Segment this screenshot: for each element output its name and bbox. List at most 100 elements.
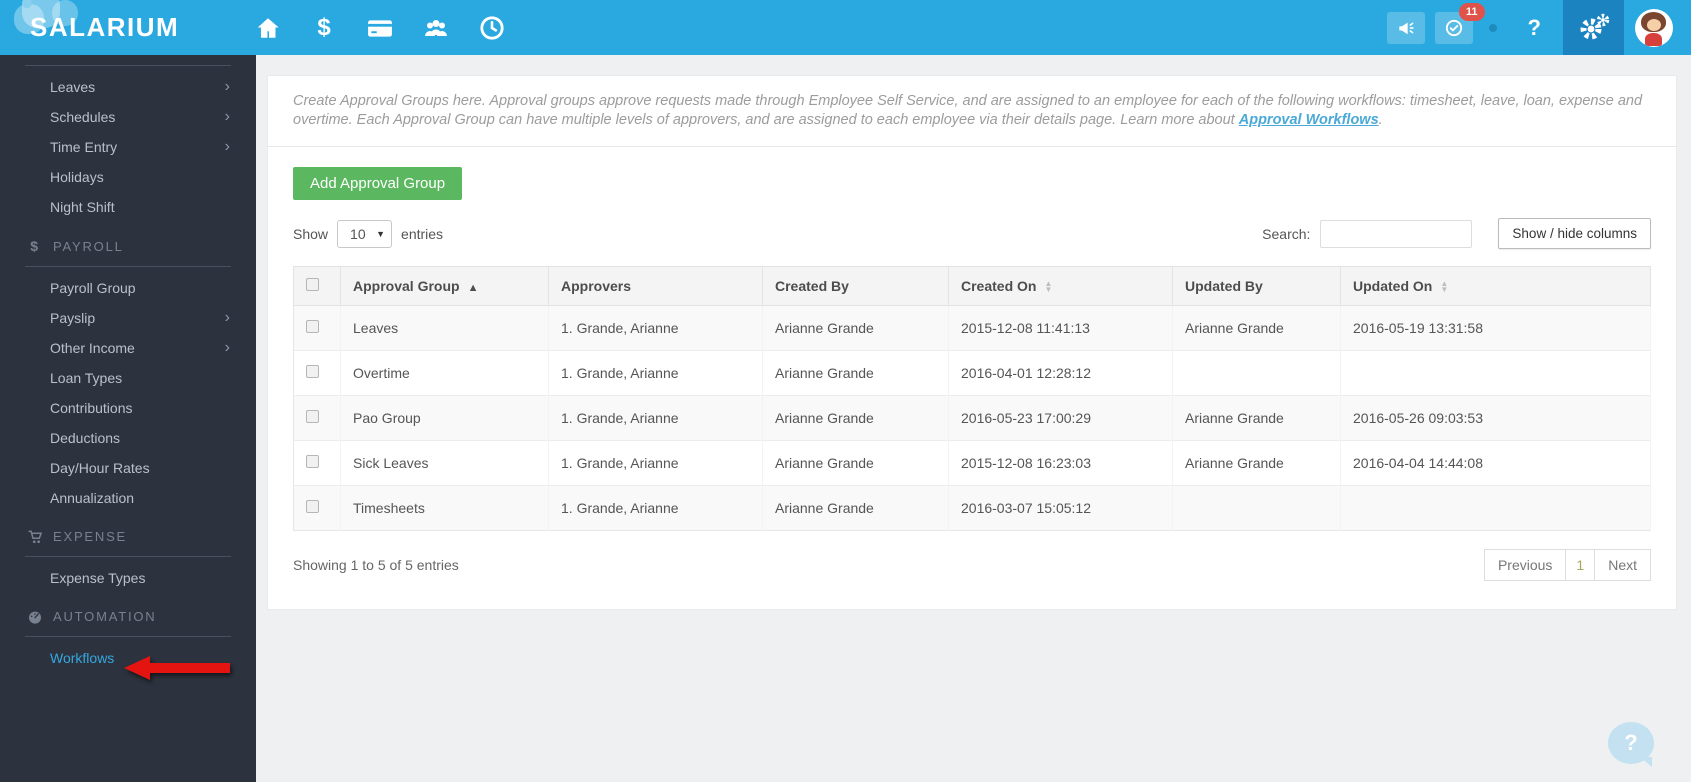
- sidebar-item-label: Workflows: [50, 650, 115, 666]
- help-icon[interactable]: ?: [1528, 15, 1541, 41]
- sidebar-section-label: PAYROLL: [53, 238, 124, 254]
- row-checkbox[interactable]: [306, 365, 319, 378]
- next-page-button[interactable]: Next: [1594, 549, 1651, 581]
- cell-approval-group: Overtime: [340, 350, 549, 396]
- row-checkbox-cell: [293, 485, 341, 531]
- sidebar-divider: [25, 65, 231, 66]
- cell-updated-by: [1172, 485, 1341, 531]
- chevron-right-icon: ›: [224, 138, 230, 155]
- table-controls: Show 10 ▼ entries Search: Show / hide co…: [293, 218, 1651, 249]
- add-approval-group-button[interactable]: Add Approval Group: [293, 167, 463, 200]
- time-clock-icon[interactable]: [479, 15, 505, 41]
- approval-workflows-link[interactable]: Approval Workflows: [1239, 112, 1379, 128]
- cell-created-by: Arianne Grande: [762, 305, 949, 351]
- showing-entries-text: Showing 1 to 5 of 5 entries: [293, 557, 459, 573]
- cell-created-on: 2016-03-07 15:05:12: [948, 485, 1173, 531]
- sidebar-item-label: Leaves: [50, 79, 96, 95]
- sidebar-section-payroll: $ PAYROLL: [0, 222, 256, 258]
- app-logo[interactable]: SALARIUM: [0, 0, 255, 43]
- page-1-button[interactable]: 1: [1565, 549, 1596, 581]
- sidebar-item-label: Expense Types: [50, 570, 146, 586]
- row-checkbox[interactable]: [306, 455, 319, 468]
- sidebar-item-label: Schedules: [50, 109, 116, 125]
- sidebar-section-expense: EXPENSE: [0, 513, 256, 548]
- cell-created-on: 2016-05-23 17:00:29: [948, 395, 1173, 441]
- cell-created-by: Arianne Grande: [762, 395, 949, 441]
- row-checkbox[interactable]: [306, 320, 319, 333]
- select-all-header[interactable]: [293, 266, 341, 306]
- chevron-right-icon: ›: [224, 309, 230, 326]
- sidebar-item-payroll-group[interactable]: Payroll Group: [0, 273, 256, 303]
- home-icon[interactable]: [255, 15, 281, 41]
- announcements-button[interactable]: [1386, 11, 1425, 44]
- main-content: Create Approval Groups here. Approval gr…: [256, 55, 1691, 782]
- status-dot: [1488, 23, 1497, 32]
- cell-updated-on: 2016-04-04 14:44:08: [1340, 440, 1651, 486]
- employees-icon[interactable]: [423, 15, 449, 41]
- header-created-on[interactable]: Created On ▲ ▼: [948, 266, 1173, 306]
- description-text: Create Approval Groups here. Approval gr…: [293, 93, 1643, 128]
- row-checkbox[interactable]: [306, 500, 319, 513]
- sidebar-item-label: Night Shift: [50, 199, 115, 215]
- header-label: Created By: [775, 278, 849, 294]
- page-size-value: 10: [350, 225, 366, 242]
- help-bubble-button[interactable]: ?: [1608, 722, 1654, 764]
- header-approval-group[interactable]: Approval Group ▲: [340, 266, 549, 306]
- table-footer: Showing 1 to 5 of 5 entries Previous 1 N…: [293, 549, 1651, 581]
- search-input[interactable]: [1320, 219, 1473, 248]
- sidebar-item-deductions[interactable]: Deductions: [0, 423, 256, 453]
- table-header-row: Approval Group ▲ Approvers Created By Cre…: [293, 266, 1651, 306]
- sidebar-item-holidays[interactable]: Holidays: [0, 162, 256, 192]
- cell-updated-by: Arianne Grande: [1172, 440, 1341, 486]
- payroll-dollar-icon[interactable]: $: [311, 14, 337, 41]
- sidebar-item-label: Payroll Group: [50, 280, 136, 296]
- select-arrow-icon: ▼: [376, 228, 386, 239]
- question-mark-icon: ?: [1624, 730, 1638, 755]
- header-created-by[interactable]: Created By: [762, 266, 949, 306]
- header-label: Created On: [961, 278, 1037, 294]
- table-row: Overtime 1. Grande, Arianne Arianne Gran…: [293, 350, 1651, 396]
- chevron-right-icon: ›: [224, 78, 230, 95]
- show-hide-columns-button[interactable]: Show / hide columns: [1498, 218, 1651, 249]
- cell-updated-by: Arianne Grande: [1172, 395, 1341, 441]
- sidebar-item-other-income[interactable]: Other Income ›: [0, 333, 256, 363]
- sidebar-item-loan-types[interactable]: Loan Types: [0, 363, 256, 393]
- time-approvals-button[interactable]: 11: [1434, 2, 1485, 44]
- row-checkbox-cell: [293, 350, 341, 396]
- cell-updated-by: [1172, 350, 1341, 396]
- sidebar-item-expense-types[interactable]: Expense Types: [0, 563, 256, 593]
- previous-page-button[interactable]: Previous: [1483, 549, 1567, 581]
- sidebar-item-schedules[interactable]: Schedules ›: [0, 102, 256, 132]
- sidebar-item-leaves[interactable]: Leaves ›: [0, 72, 256, 102]
- dollar-icon: $: [30, 238, 40, 254]
- sidebar-item-contributions[interactable]: Contributions: [0, 393, 256, 423]
- top-navigation-bar: SALARIUM $ 11 ?: [0, 0, 1691, 55]
- sidebar-section-label: AUTOMATION: [53, 609, 157, 624]
- page-size-select[interactable]: 10 ▼: [337, 219, 393, 248]
- header-updated-by[interactable]: Updated By: [1172, 266, 1341, 306]
- header-updated-on[interactable]: Updated On ▲ ▼: [1340, 266, 1651, 306]
- settings-button-active[interactable]: [1563, 0, 1624, 55]
- payment-card-icon[interactable]: [367, 15, 393, 41]
- cell-updated-on: [1340, 350, 1651, 396]
- entries-label: entries: [401, 225, 444, 242]
- sidebar-divider: [25, 636, 231, 637]
- row-checkbox[interactable]: [306, 410, 319, 423]
- sidebar-item-annualization[interactable]: Annualization: [0, 483, 256, 513]
- sidebar-item-payslip[interactable]: Payslip ›: [0, 303, 256, 333]
- sidebar-item-day-hour-rates[interactable]: Day/Hour Rates: [0, 453, 256, 483]
- cell-updated-by: Arianne Grande: [1172, 305, 1341, 351]
- cell-approvers: 1. Grande, Arianne: [548, 395, 763, 441]
- header-label: Approvers: [561, 278, 632, 294]
- header-approvers[interactable]: Approvers: [548, 266, 763, 306]
- table-row: Leaves 1. Grande, Arianne Arianne Grande…: [293, 305, 1651, 351]
- sidebar-item-time-entry[interactable]: Time Entry ›: [0, 132, 256, 162]
- sidebar-item-night-shift[interactable]: Night Shift: [0, 192, 256, 222]
- red-arrow-annotation: [124, 656, 230, 680]
- search-label: Search:: [1262, 225, 1311, 242]
- select-all-checkbox[interactable]: [306, 278, 319, 291]
- megaphone-icon: [1398, 21, 1414, 34]
- sidebar-item-label: Deductions: [50, 430, 121, 446]
- pagination: Previous 1 Next: [1483, 549, 1651, 581]
- user-avatar[interactable]: [1635, 8, 1673, 47]
